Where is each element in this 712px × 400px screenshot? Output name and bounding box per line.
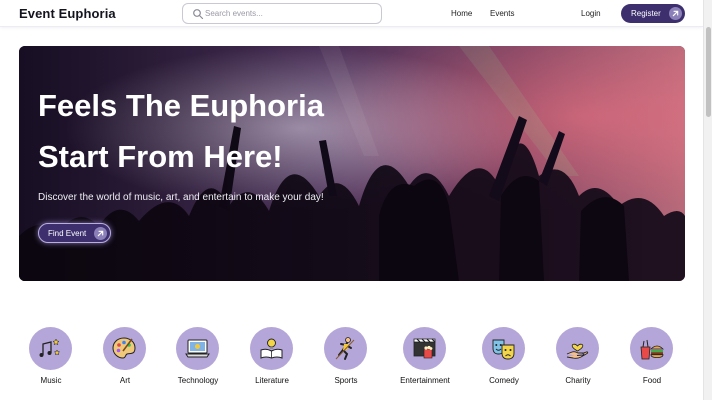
category-label: Sports	[334, 376, 358, 385]
register-button[interactable]: Register	[621, 4, 685, 23]
category-label: Art	[119, 376, 131, 385]
search-input[interactable]	[205, 6, 375, 21]
food-icon	[630, 327, 673, 370]
login-link[interactable]: Login	[581, 9, 601, 18]
music-notes-icon	[29, 327, 72, 370]
register-button-label: Register	[631, 9, 661, 18]
athlete-icon	[324, 327, 367, 370]
giving-hand-icon	[556, 327, 599, 370]
scrollbar-thumb[interactable]	[706, 27, 711, 117]
hero-banner: Feels The Euphoria Start From Here! Disc…	[19, 46, 685, 281]
arrow-up-right-icon	[669, 7, 682, 20]
find-event-button[interactable]: Find Event	[38, 223, 111, 243]
theater-masks-icon	[482, 327, 525, 370]
top-navbar: Event Euphoria Home Events Login Registe…	[0, 0, 703, 27]
hero-title-line1: Feels The Euphoria	[38, 88, 324, 123]
book-lightbulb-icon	[250, 327, 293, 370]
nav-events-link[interactable]: Events	[490, 9, 514, 18]
laptop-icon	[176, 327, 219, 370]
category-label: Technology	[177, 376, 219, 385]
category-label: Charity	[565, 376, 591, 385]
nav-home-link[interactable]: Home	[451, 9, 472, 18]
search-icon	[193, 9, 204, 20]
search-box[interactable]	[182, 3, 382, 24]
category-label: Food	[642, 376, 662, 385]
arrow-up-right-icon	[94, 227, 107, 240]
find-event-label: Find Event	[48, 229, 87, 238]
category-label: Comedy	[489, 376, 519, 385]
paint-palette-icon	[103, 327, 146, 370]
hero-title-line2: Start From Here!	[38, 139, 283, 174]
hero-subtitle: Discover the world of music, art, and en…	[38, 192, 324, 203]
page-scrollbar[interactable]	[703, 0, 712, 400]
brand-logo[interactable]: Event Euphoria	[19, 6, 116, 21]
category-label: Music	[40, 376, 62, 385]
cinema-clapper-icon	[403, 327, 446, 370]
category-label: Literature	[255, 376, 289, 385]
category-label: Entertainment	[400, 376, 450, 385]
